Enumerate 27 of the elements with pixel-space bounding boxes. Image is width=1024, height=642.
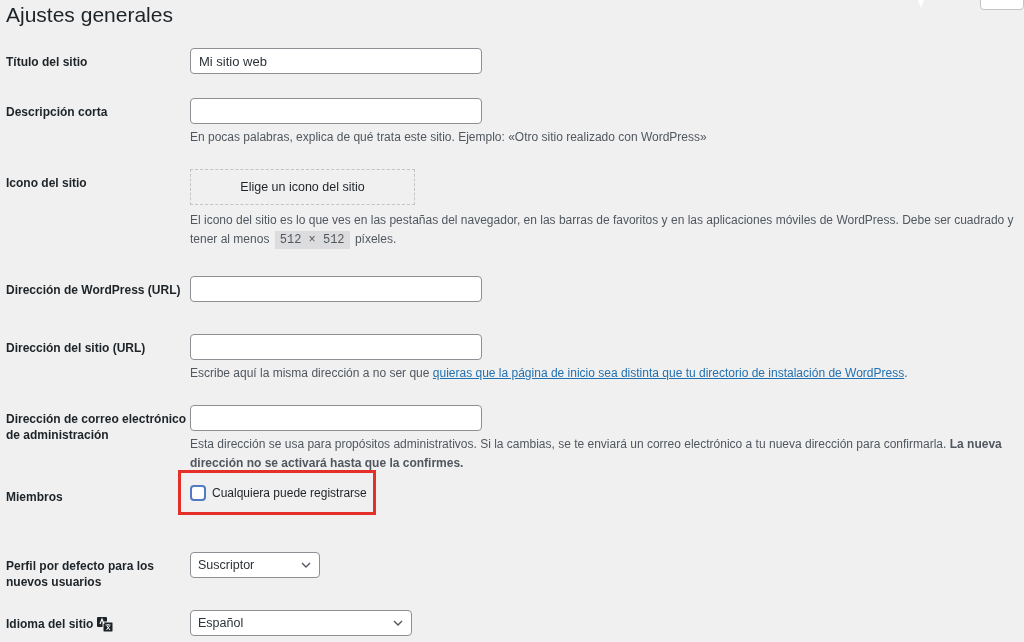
text-field[interactable]	[190, 276, 482, 302]
text-field[interactable]: Mi sitio web	[190, 48, 482, 74]
field-label: Descripción corta	[6, 104, 108, 120]
field-label: Perfil por defecto para los nuevos usuarios	[6, 558, 156, 590]
field-label: Título del sitio	[6, 54, 88, 70]
code-text: 512 × 512	[274, 231, 350, 249]
page-title: Ajustes generales	[6, 2, 173, 28]
choose-icon-button[interactable]: Elige un icono del sitio	[190, 169, 415, 205]
field-label: Icono del sitio	[6, 175, 87, 191]
dropdown[interactable]: Español	[190, 610, 412, 636]
field-label: Miembros	[6, 489, 63, 505]
text-field[interactable]	[190, 98, 482, 124]
field-description: El icono del sitio es lo que ves en las pestañas del navegador, en las barras de favoritos y en las aplicaciones móviles de WordPress. Debe ser cuadrado y tener al menos 512 × 512 píxeles.	[190, 212, 1015, 250]
field-label: Dirección de WordPress (URL)	[6, 282, 181, 298]
field-label: Dirección de correo electrónico de administración	[6, 411, 188, 443]
field-label: Dirección del sitio (URL)	[6, 340, 146, 356]
chevron-down-icon	[301, 562, 311, 568]
text-field[interactable]	[190, 334, 482, 360]
field-description: En pocas palabras, explica de qué trata este sitio. Ejemplo: «Otro sitio realizado con WordPress»	[190, 129, 708, 146]
checkbox[interactable]	[190, 484, 206, 501]
field-description: Escribe aquí la misma dirección a no ser que quieras que la página de inicio sea distinta que tu directorio de instalación de WordPress.	[190, 365, 909, 382]
chevron-down-icon	[393, 620, 403, 626]
checkbox-label: Cualquiera puede registrarse	[212, 484, 367, 502]
dropdown[interactable]: Suscriptor	[190, 552, 320, 578]
text-field[interactable]	[190, 405, 482, 431]
field-description: Esta dirección se usa para propósitos administrativos. Si la cambias, se te enviará un correo electrónico a tu nueva dirección para confirmarla. La nueva dirección no se activará hasta que la confirmes.	[190, 436, 1003, 472]
field-label: Idioma del sitio	[6, 616, 94, 632]
